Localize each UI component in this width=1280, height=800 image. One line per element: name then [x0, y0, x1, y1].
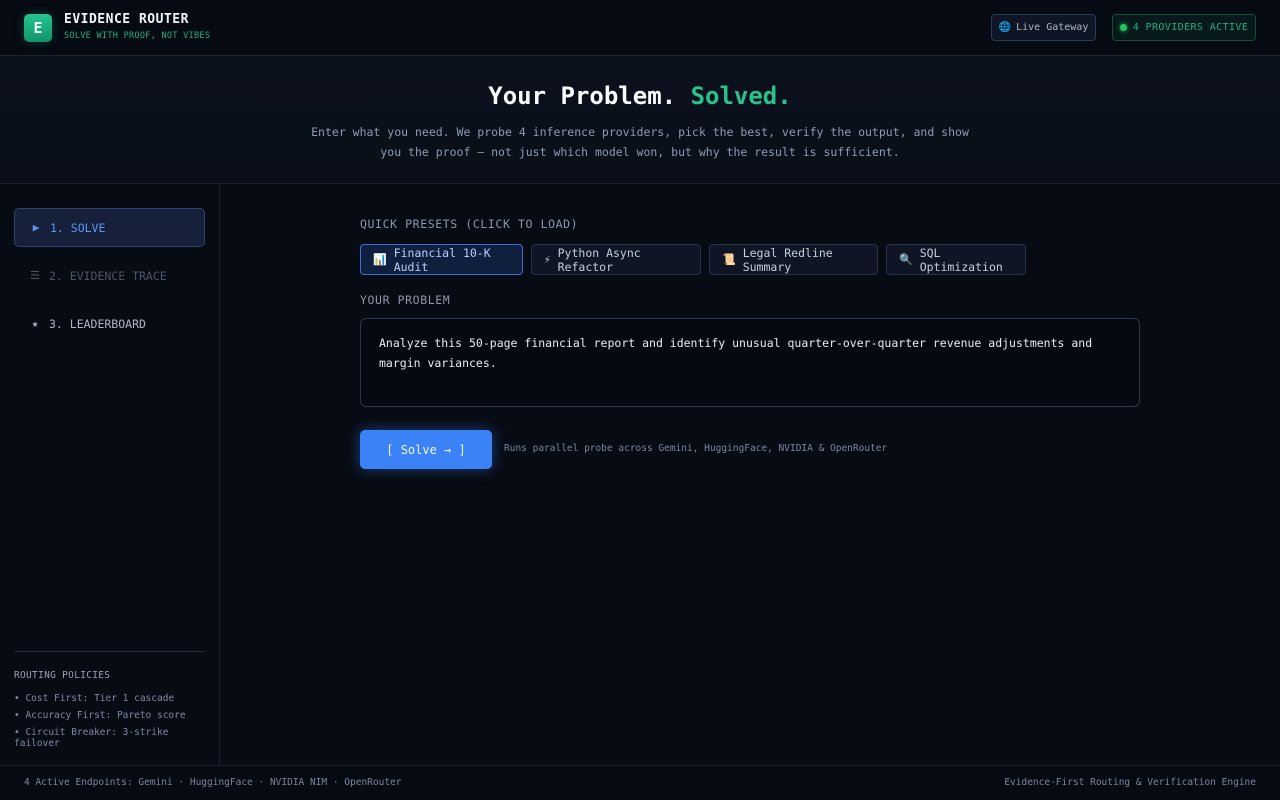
play-icon: ▶	[32, 221, 40, 234]
policy-item: • Circuit Breaker: 3-strike failover	[14, 727, 169, 749]
list-icon: ☰	[30, 269, 40, 282]
magnifier-icon: 🔍	[899, 253, 913, 266]
footer: 4 Active Endpoints: Gemini · HuggingFace…	[0, 765, 1280, 800]
top-bar: E EVIDENCE ROUTER SOLVE WITH PROOF, NOT …	[0, 0, 1280, 56]
policy-item: • Accuracy First: Pareto score	[14, 710, 186, 721]
routing-policies-title: ROUTING POLICIES	[14, 670, 111, 681]
preset-label: Financial 10-K Audit	[393, 245, 491, 274]
footer-tagline: Evidence-First Routing & Verification En…	[1004, 777, 1256, 788]
scroll-icon: 📜	[722, 253, 736, 266]
app-title: EVIDENCE ROUTER	[64, 12, 189, 27]
sidebar-divider	[14, 651, 205, 652]
title-main: Your Problem.	[488, 82, 677, 110]
status-dot-icon	[1119, 24, 1127, 31]
sidebar: ▶ 1. SOLVE ☰ 2. EVIDENCE TRACE ★ 3. LEAD…	[0, 184, 220, 765]
preset-legal-redline-summary[interactable]: 📜 Legal Redline Summary	[709, 244, 878, 275]
sidebar-item-leaderboard[interactable]: ★ 3. LEADERBOARD	[14, 304, 205, 343]
sidebar-item-label: 1. SOLVE	[50, 220, 106, 235]
sidebar-item-evidence-trace[interactable]: ☰ 2. EVIDENCE TRACE	[14, 256, 205, 295]
policy-item: • Cost First: Tier 1 cascade	[14, 693, 175, 704]
live-gateway-button[interactable]: 🌐 Live Gateway	[991, 14, 1096, 41]
chart-icon: 📊	[373, 253, 387, 266]
preset-python-async-refactor[interactable]: ⚡ Python Async Refactor	[531, 244, 701, 275]
sidebar-item-solve[interactable]: ▶ 1. SOLVE	[14, 208, 205, 247]
page-description: Enter what you need. We probe 4 inferenc…	[311, 125, 969, 159]
preset-label: Legal Redline Summary	[742, 245, 833, 274]
footer-endpoints: 4 Active Endpoints: Gemini · HuggingFace…	[24, 777, 402, 788]
title-accent: Solved.	[690, 82, 792, 110]
lightning-icon: ⚡	[544, 253, 551, 266]
sidebar-item-label: 3. LEADERBOARD	[49, 316, 146, 331]
presets-heading: QUICK PRESETS (CLICK TO LOAD)	[360, 217, 579, 231]
hero-section: Your Problem. Solved. Enter what you nee…	[0, 56, 1280, 184]
problem-heading: YOUR PROBLEM	[360, 293, 451, 307]
main-panel: QUICK PRESETS (CLICK TO LOAD) 📊 Financia…	[221, 184, 1280, 765]
page-title: Your Problem. Solved.	[0, 82, 1280, 110]
app-tagline: SOLVE WITH PROOF, NOT VIBES	[64, 31, 211, 41]
problem-input[interactable]: Analyze this 50-page financial report an…	[360, 318, 1140, 407]
preset-sql-optimization[interactable]: 🔍 SQL Optimization	[886, 244, 1026, 275]
preset-label: SQL Optimization	[919, 245, 1003, 274]
preset-label: Python Async Refactor	[557, 245, 641, 274]
providers-status-badge: 4 PROVIDERS ACTIVE	[1112, 14, 1256, 41]
live-gateway-label: Live Gateway	[1016, 22, 1089, 33]
globe-icon: 🌐	[998, 22, 1012, 33]
providers-status-label: 4 PROVIDERS ACTIVE	[1132, 22, 1249, 33]
star-icon: ★	[31, 317, 39, 330]
app-logo: E	[24, 14, 52, 42]
solve-hint: Runs parallel probe across Gemini, Huggi…	[504, 443, 888, 454]
preset-financial-10k-audit[interactable]: 📊 Financial 10-K Audit	[360, 244, 523, 275]
solve-button[interactable]: [ Solve → ]	[360, 430, 492, 469]
sidebar-item-label: 2. EVIDENCE TRACE	[49, 268, 167, 283]
